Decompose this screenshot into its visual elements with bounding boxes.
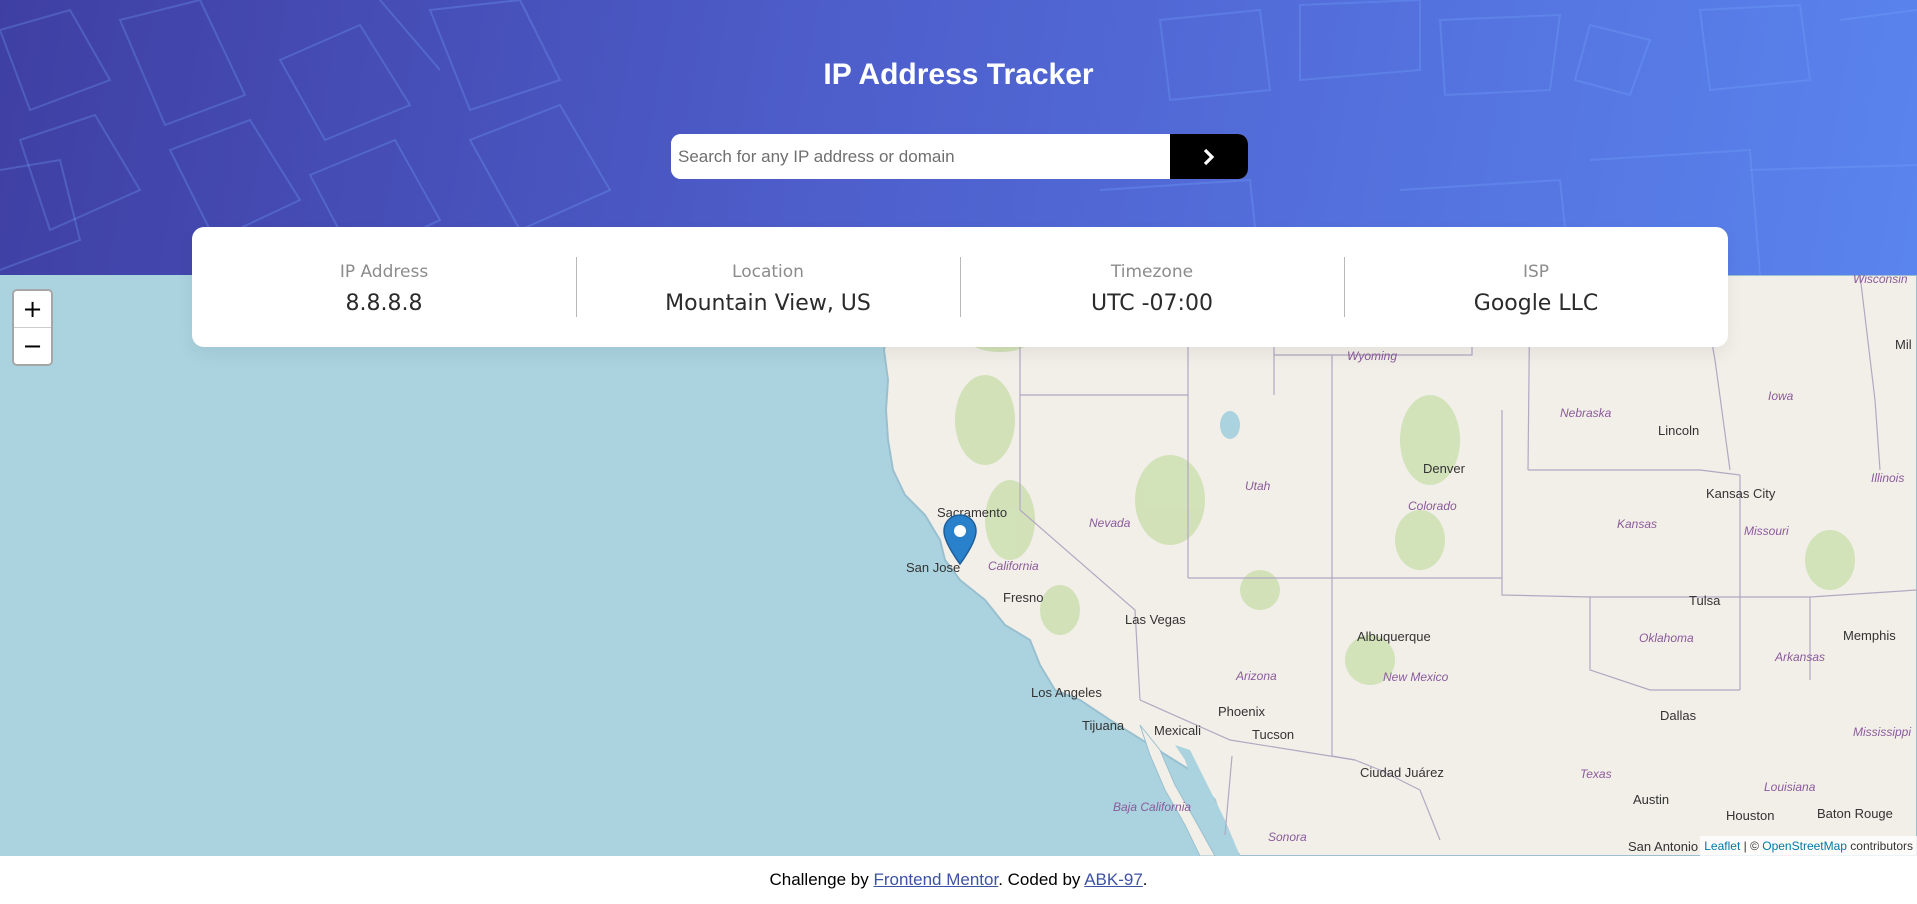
city-houston: Houston (1726, 808, 1774, 823)
city-tucson: Tucson (1252, 727, 1294, 742)
city-baton-rouge: Baton Rouge (1817, 806, 1893, 821)
map-pin-icon[interactable] (943, 514, 977, 572)
ip-address-label: IP Address (339, 262, 429, 282)
page-title: IP Address Tracker (823, 58, 1094, 91)
state-kansas: Kansas (1617, 517, 1657, 531)
state-nebraska: Nebraska (1560, 406, 1612, 420)
footer-middle: . Coded by (998, 870, 1085, 889)
openstreetmap-link[interactable]: OpenStreetMap (1762, 839, 1847, 853)
ip-address-stat: IP Address 8.8.8.8 (192, 227, 576, 347)
footer-prefix: Challenge by (769, 870, 874, 889)
city-los-angeles: Los Angeles (1031, 685, 1102, 700)
state-colorado: Colorado (1408, 499, 1457, 513)
timezone-stat: Timezone UTC -07:00 (960, 227, 1344, 347)
state-wisconsin: Wisconsin (1853, 275, 1908, 286)
state-texas: Texas (1580, 767, 1612, 781)
timezone-value: UTC -07:00 (1091, 291, 1213, 316)
state-illinois: Illinois (1871, 471, 1904, 485)
ip-address-value: 8.8.8.8 (345, 291, 423, 316)
city-las-vegas: Las Vegas (1125, 612, 1186, 627)
isp-stat: ISP Google LLC (1344, 227, 1728, 347)
chevron-right-icon (1203, 148, 1215, 165)
city-tulsa: Tulsa (1689, 593, 1721, 608)
author-link[interactable]: ABK-97 (1084, 870, 1143, 889)
city-dallas: Dallas (1660, 708, 1697, 723)
state-mississippi: Mississippi (1853, 725, 1911, 739)
footer-suffix: . (1142, 870, 1148, 889)
state-louisiana: Louisiana (1764, 780, 1816, 794)
location-stat: Location Mountain View, US (576, 227, 960, 347)
city-kansas-city: Kansas City (1706, 486, 1776, 501)
timezone-label: Timezone (1110, 262, 1194, 282)
search-bar (671, 134, 1248, 179)
search-input[interactable] (671, 134, 1170, 179)
zoom-out-button[interactable]: − (14, 327, 51, 363)
city-mil: Mil (1895, 337, 1912, 352)
isp-label: ISP (1522, 262, 1550, 282)
city-austin: Austin (1633, 792, 1669, 807)
state-nevada: Nevada (1089, 516, 1131, 530)
footer: Challenge by Frontend Mentor. Coded by A… (0, 856, 1917, 904)
city-lincoln: Lincoln (1658, 423, 1699, 438)
state-wyoming: Wyoming (1347, 349, 1397, 363)
leaflet-link[interactable]: Leaflet (1704, 839, 1740, 853)
city-denver: Denver (1423, 461, 1466, 476)
zoom-in-button[interactable]: + (14, 291, 51, 327)
city-fresno: Fresno (1003, 590, 1043, 605)
city-albuquerque: Albuquerque (1357, 629, 1431, 644)
state-baja-california: Baja California (1113, 800, 1191, 814)
isp-value: Google LLC (1473, 291, 1599, 316)
city-tijuana: Tijuana (1082, 718, 1125, 733)
state-arkansas: Arkansas (1774, 650, 1825, 664)
state-missouri: Missouri (1744, 524, 1789, 538)
state-california: California (988, 559, 1039, 573)
location-label: Location (732, 262, 804, 282)
state-oklahoma: Oklahoma (1639, 631, 1694, 645)
location-value: Mountain View, US (665, 291, 871, 316)
city-phoenix: Phoenix (1218, 704, 1265, 719)
state-arizona: Arizona (1235, 669, 1277, 683)
search-button[interactable] (1170, 134, 1248, 179)
attribution-contributors: contributors (1846, 839, 1913, 853)
state-iowa: Iowa (1768, 389, 1794, 403)
city-memphis: Memphis (1843, 628, 1896, 643)
zoom-control: + − (12, 289, 53, 366)
state-sonora: Sonora (1268, 830, 1307, 844)
city-mexicali: Mexicali (1154, 723, 1201, 738)
map-attribution: Leaflet | © OpenStreetMap contributors (1700, 836, 1917, 856)
attribution-separator: | © (1740, 839, 1763, 853)
state-utah: Utah (1245, 479, 1271, 493)
ip-info-card: IP Address 8.8.8.8 Location Mountain Vie… (192, 227, 1728, 347)
frontend-mentor-link[interactable]: Frontend Mentor (873, 870, 998, 889)
city-san-antonio: San Antonio (1628, 839, 1698, 854)
state-new-mexico: New Mexico (1383, 670, 1449, 684)
city-ciudad-juarez: Ciudad Juárez (1360, 765, 1444, 780)
